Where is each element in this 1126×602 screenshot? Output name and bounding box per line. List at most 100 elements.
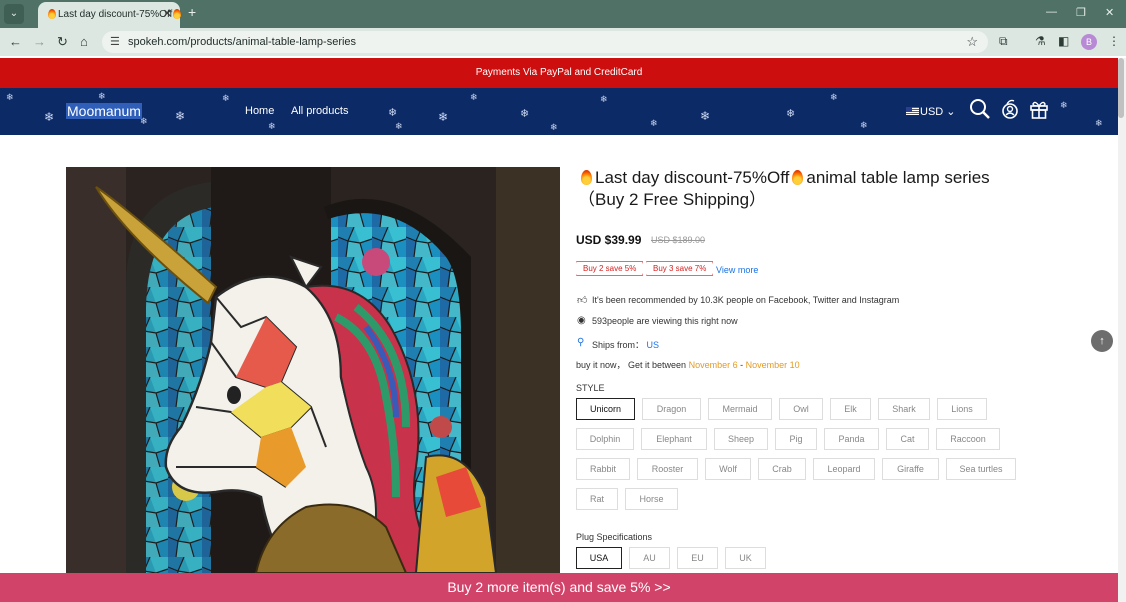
plug-option-au[interactable]: AU — [629, 547, 670, 569]
snowflake-icon: ❄ — [388, 107, 398, 119]
scrollbar-thumb[interactable] — [1118, 58, 1124, 118]
address-bar[interactable]: ☰ spokeh.com/products/animal-table-lamp-… — [102, 31, 988, 53]
forward-icon[interactable]: → — [33, 34, 46, 49]
back-to-top-button[interactable]: ↑ — [1091, 330, 1113, 352]
browser-tab-bar: ⌄ Last day discount-75%Off ✕ + — ❐ ✕ — [0, 0, 1126, 28]
style-option-cat[interactable]: Cat — [886, 428, 929, 450]
snowflake-icon: ❄ — [830, 92, 838, 102]
nav-all-products[interactable]: All products — [291, 105, 348, 117]
reload-icon[interactable]: ↻ — [57, 34, 68, 50]
style-option-unicorn[interactable]: Unicorn — [576, 398, 635, 420]
account-icon[interactable] — [1001, 98, 1019, 125]
active-tab[interactable]: Last day discount-75%Off ✕ — [38, 2, 182, 28]
snowflake-icon: ❄ — [438, 110, 449, 124]
style-option-elk[interactable]: Elk — [830, 398, 871, 420]
site-header: ❄ ❄ ❄ ❄ ❄ ❄ ❄ ❄ ❄ ❄ ❄ ❄ ❄ ❄ ❄ ❄ ❄ ❄ ❄ ❄ … — [0, 88, 1118, 135]
currency-selector[interactable]: USD ⌄ — [906, 105, 956, 118]
snowflake-icon: ❄ — [1095, 118, 1103, 128]
style-option-rat[interactable]: Rat — [576, 488, 618, 510]
plug-option-eu[interactable]: EU — [677, 547, 718, 569]
menu-icon[interactable]: ⋮ — [1108, 34, 1120, 48]
view-more-link[interactable]: View more — [716, 265, 758, 275]
snowflake-icon: ❄ — [175, 109, 186, 123]
style-option-leopard[interactable]: Leopard — [813, 458, 875, 480]
page-scrollbar[interactable] — [1118, 58, 1126, 602]
snowflake-icon: ❄ — [520, 108, 530, 120]
snowflake-icon: ❄ — [550, 122, 558, 132]
style-option-giraffe[interactable]: Giraffe — [882, 458, 939, 480]
viewing-text: 593people are viewing this right now — [592, 316, 738, 326]
url-text[interactable]: spokeh.com/products/animal-table-lamp-se… — [128, 36, 356, 48]
us-flag-icon — [906, 107, 919, 115]
style-option-sea-turtles[interactable]: Sea turtles — [946, 458, 1016, 480]
snowflake-icon: ❄ — [786, 108, 796, 120]
ships-from: Ships from： US — [592, 340, 660, 350]
bundle-offer-bar[interactable]: Buy 2 more item(s) and save 5% >> — [0, 573, 1118, 602]
minimize-icon[interactable]: — — [1046, 6, 1057, 18]
maximize-icon[interactable]: ❐ — [1076, 6, 1086, 19]
original-price: USD $189.00 — [651, 235, 706, 245]
style-option-horse[interactable]: Horse — [625, 488, 678, 510]
style-option-raccoon[interactable]: Raccoon — [936, 428, 1000, 450]
style-option-panda[interactable]: Panda — [824, 428, 879, 450]
eye-icon: ◉ — [577, 315, 586, 326]
snowflake-icon: ❄ — [860, 120, 868, 130]
delivery-estimate: buy it now， Get it between November 6 - … — [576, 360, 800, 370]
style-option-sheep[interactable]: Sheep — [714, 428, 768, 450]
snowflake-icon: ❄ — [395, 121, 403, 131]
snowflake-icon: ❄ — [1060, 100, 1068, 110]
snowflake-icon: ❄ — [98, 91, 106, 101]
current-price: USD $39.99 — [576, 233, 642, 247]
style-option-elephant[interactable]: Elephant — [641, 428, 707, 450]
fire-icon — [792, 170, 804, 185]
location-pin-icon: ⚲ — [577, 337, 585, 348]
style-option-shark[interactable]: Shark — [878, 398, 930, 420]
labs-icon[interactable]: ⚗ — [1035, 34, 1046, 48]
style-option-dragon[interactable]: Dragon — [642, 398, 701, 420]
side-panel-icon[interactable]: ◧ — [1058, 34, 1069, 48]
style-option-crab[interactable]: Crab — [758, 458, 806, 480]
back-icon[interactable]: ← — [9, 34, 22, 49]
discount-tag: Buy 2 save 5% — [576, 261, 644, 276]
tab-list-button[interactable]: ⌄ — [4, 4, 24, 24]
style-option-dolphin[interactable]: Dolphin — [576, 428, 634, 450]
window-close-icon[interactable]: ✕ — [1105, 6, 1114, 19]
discount-tag: Buy 3 save 7% — [646, 261, 714, 276]
snowflake-icon: ❄ — [222, 93, 230, 103]
profile-avatar[interactable]: B — [1081, 34, 1097, 50]
style-option-lions[interactable]: Lions — [937, 398, 987, 420]
style-option-rooster[interactable]: Rooster — [637, 458, 698, 480]
gift-icon[interactable] — [1029, 99, 1049, 124]
recommended-text: It's been recommended by 10.3K people on… — [592, 295, 900, 305]
style-option-pig[interactable]: Pig — [775, 428, 817, 450]
style-option-wolf[interactable]: Wolf — [705, 458, 751, 480]
product-image[interactable] — [66, 167, 560, 573]
promo-banner: Payments Via PayPal and CreditCard — [0, 58, 1118, 88]
thumbs-up-icon: 👍︎ — [577, 295, 588, 306]
bookmark-star-icon[interactable]: ☆ — [966, 34, 978, 50]
search-icon[interactable] — [969, 98, 991, 125]
snowflake-icon: ❄ — [650, 118, 658, 128]
fire-icon — [581, 170, 592, 185]
style-label: STYLE — [576, 383, 605, 393]
nav-home[interactable]: Home — [245, 105, 274, 117]
style-option-owl[interactable]: Owl — [779, 398, 823, 420]
chevron-down-icon: ⌄ — [946, 106, 956, 118]
plug-option-uk[interactable]: UK — [725, 547, 766, 569]
ships-from-link[interactable]: US — [647, 340, 660, 350]
style-option-rabbit[interactable]: Rabbit — [576, 458, 630, 480]
new-tab-icon[interactable]: + — [188, 4, 196, 20]
snowflake-icon: ❄ — [6, 92, 14, 102]
style-option-mermaid[interactable]: Mermaid — [708, 398, 772, 420]
extensions-icon[interactable]: ⧉ — [999, 34, 1008, 49]
tab-title: Last day discount-75%Off — [48, 9, 182, 20]
snowflake-icon: ❄ — [600, 94, 608, 104]
site-logo[interactable]: Moomanum — [66, 103, 142, 119]
plug-label: Plug Specifications — [576, 532, 653, 542]
snowflake-icon: ❄ — [700, 109, 711, 123]
snowflake-icon: ❄ — [470, 92, 478, 102]
plug-option-usa[interactable]: USA — [576, 547, 622, 569]
close-tab-icon[interactable]: ✕ — [163, 7, 172, 20]
site-info-icon[interactable]: ☰ — [110, 35, 120, 48]
home-icon[interactable]: ⌂ — [80, 34, 88, 49]
